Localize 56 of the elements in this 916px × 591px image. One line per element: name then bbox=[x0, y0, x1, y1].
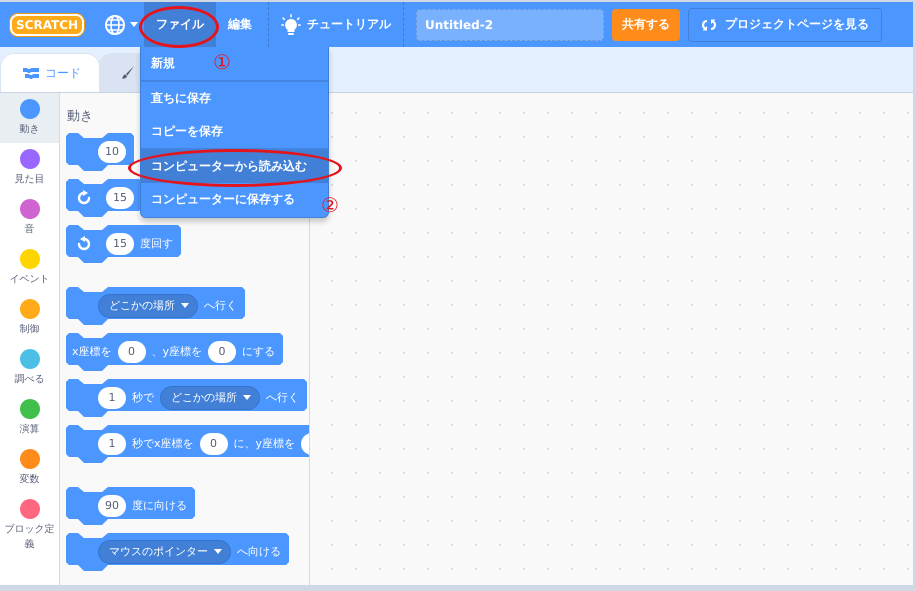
menu-item[interactable]: コンピューターから読み込む bbox=[141, 150, 328, 183]
category-item[interactable]: ブロック定義 bbox=[0, 493, 59, 556]
number-input[interactable]: 0 bbox=[200, 432, 228, 454]
block-label: へ行く bbox=[204, 298, 237, 313]
turn-left-icon bbox=[76, 236, 92, 252]
block-label: 、y座標を bbox=[152, 344, 202, 359]
category-item[interactable]: イベント bbox=[0, 243, 59, 293]
caret-icon bbox=[214, 549, 222, 554]
caret-icon bbox=[130, 22, 138, 27]
category-item[interactable]: 演算 bbox=[0, 393, 59, 443]
category-item[interactable]: 制御 bbox=[0, 293, 59, 343]
code-block[interactable]: 15 度回す bbox=[66, 225, 181, 265]
code-block[interactable]: どこかの場所 へ行く bbox=[66, 287, 245, 327]
block-dropdown[interactable]: どこかの場所 bbox=[160, 386, 260, 410]
block-label: へ向ける bbox=[237, 544, 281, 559]
code-icon bbox=[23, 67, 39, 79]
category-item[interactable]: 動き bbox=[0, 93, 59, 143]
block-label: 度回す bbox=[140, 236, 173, 251]
number-input[interactable]: 15 bbox=[106, 232, 134, 254]
code-block[interactable]: 90 度に向ける bbox=[66, 487, 195, 527]
number-input[interactable]: 1 bbox=[98, 432, 126, 454]
code-block[interactable]: 10 bbox=[66, 133, 134, 173]
code-block[interactable]: 1 秒で どこかの場所 へ行く bbox=[66, 379, 307, 419]
block-dropdown[interactable]: マウスのポインター bbox=[98, 540, 231, 564]
caret-icon bbox=[181, 303, 189, 308]
code-block[interactable]: 15 bbox=[66, 179, 142, 219]
code-block[interactable]: マウスのポインター へ向ける bbox=[66, 533, 289, 573]
block-label: 秒で bbox=[132, 390, 154, 405]
block-label: x座標を bbox=[72, 344, 112, 359]
block-label: 秒でx座標を bbox=[132, 436, 194, 451]
step-number: ① bbox=[213, 52, 231, 72]
caret-icon bbox=[243, 395, 251, 400]
remix-icon bbox=[701, 18, 717, 32]
globe-icon bbox=[104, 14, 126, 36]
code-block[interactable]: x座標を 0 、y座標を 0 にする bbox=[66, 333, 284, 373]
block-dropdown[interactable]: どこかの場所 bbox=[98, 294, 198, 318]
block-label: にする bbox=[242, 344, 276, 359]
category-item[interactable]: 変数 bbox=[0, 443, 59, 493]
number-input[interactable]: 10 bbox=[98, 140, 126, 162]
block-label: へ行く bbox=[266, 390, 299, 405]
block-label: 度に向ける bbox=[132, 498, 187, 513]
category-item[interactable]: 見た目 bbox=[0, 143, 59, 193]
turn-right-icon bbox=[76, 190, 92, 206]
logo: SCRATCH bbox=[10, 14, 84, 36]
number-input[interactable]: 1 bbox=[98, 386, 126, 408]
category-heading: 動き bbox=[67, 108, 94, 125]
number-input[interactable]: 0 bbox=[118, 340, 146, 362]
category-item[interactable]: 調べる bbox=[0, 343, 59, 393]
brush-icon bbox=[119, 65, 135, 81]
category-item[interactable]: 音 bbox=[0, 193, 59, 243]
block-label: に、y座標を bbox=[234, 436, 296, 451]
number-input[interactable]: 0 bbox=[208, 340, 236, 362]
number-input[interactable]: 90 bbox=[98, 494, 126, 516]
lightbulb-icon bbox=[281, 14, 301, 36]
code-block[interactable]: 1 秒でx座標を 0 に、y座標を bbox=[66, 425, 309, 465]
number-input[interactable]: 15 bbox=[106, 186, 134, 208]
